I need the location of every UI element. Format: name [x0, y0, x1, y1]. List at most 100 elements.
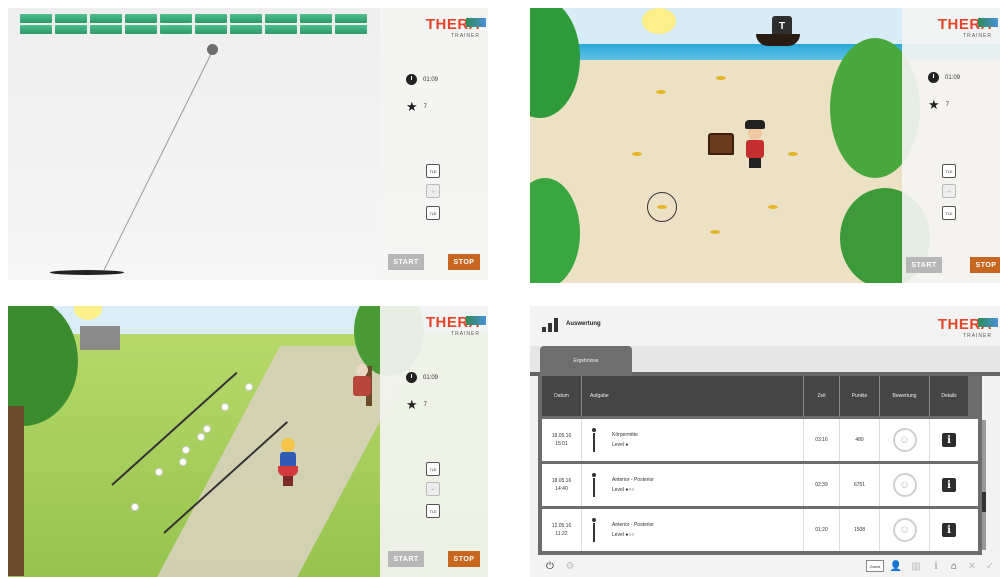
date-cell: 18.05.16 14:40 — [542, 464, 582, 506]
power-icon[interactable]: ⏻ — [542, 558, 558, 574]
start-button[interactable]: START — [906, 257, 942, 273]
pirate-game-screen: T THERA TRAINER 01:09 ★ 7 TLE ✣ TLE START… — [530, 8, 1000, 283]
column-header[interactable]: Details — [930, 376, 968, 416]
control-down-button[interactable]: TLE — [426, 206, 440, 220]
user-icon[interactable]: 👤 — [888, 558, 904, 574]
task-level: Level ●○○ — [612, 487, 635, 493]
info-icon[interactable]: i — [942, 478, 956, 492]
girl-character — [278, 438, 298, 488]
stop-button[interactable]: STOP — [448, 551, 480, 567]
time-value: 11:22 — [555, 531, 568, 537]
evaluation-header: Auswertung THERA TRAINER — [530, 306, 1000, 346]
table-body: 18.05.16 15:01 Körpermitte Level ● 03:16… — [542, 419, 978, 551]
control-down-button[interactable]: TLE — [426, 504, 440, 518]
timer: 01:09 — [406, 74, 438, 85]
footer-toolbar: ⏻ ⚙ Guest 👤 ▥ ℹ ⌂ ✕ ✓ — [530, 555, 1000, 577]
start-button[interactable]: START — [388, 551, 424, 567]
points-cell: 6751 — [840, 464, 880, 506]
smiley-icon: ☺ — [892, 473, 917, 497]
flower — [222, 404, 228, 410]
control-up-button[interactable]: TLE — [426, 164, 440, 178]
guest-user[interactable]: Guest — [866, 560, 884, 572]
flower — [132, 504, 138, 510]
check-icon[interactable]: ✓ — [982, 558, 998, 574]
control-center-button[interactable]: ✣ — [426, 184, 440, 198]
control-up-button[interactable]: TLE — [942, 164, 956, 178]
ball — [207, 44, 218, 55]
score: ★ 7 — [406, 398, 427, 411]
bar-chart-icon — [542, 318, 560, 332]
sun — [642, 8, 676, 34]
gold-coin — [656, 90, 666, 94]
page-title: Auswertung — [566, 321, 601, 327]
clock-icon — [406, 74, 417, 85]
rating-cell: ☺ — [880, 464, 930, 506]
task-name: Körpermitte — [612, 432, 638, 438]
table-row[interactable]: 12.05.16 11:22 Anterior - Posterior Leve… — [542, 509, 978, 551]
stop-button[interactable]: STOP — [970, 257, 1000, 273]
control-up-button[interactable]: TLE — [426, 462, 440, 476]
info-icon[interactable]: i — [942, 523, 956, 537]
gold-coin — [710, 230, 720, 234]
gold-coin — [768, 205, 778, 209]
details-cell: i — [930, 509, 968, 551]
game-sidebar: THERA TRAINER 01:09 ★ 7 TLE ✣ TLE START S… — [380, 8, 488, 280]
control-center-button[interactable]: ✣ — [426, 482, 440, 496]
stats-icon[interactable]: ▥ — [908, 558, 924, 574]
column-header[interactable]: Datum — [542, 376, 582, 416]
points-cell: 1508 — [840, 509, 880, 551]
target-cursor[interactable] — [647, 192, 677, 222]
meadow-game-screen: THERA TRAINER 01:09 ★ 7 TLE ✣ TLE START S… — [8, 306, 488, 577]
date-value: 18.05.16 — [551, 433, 572, 439]
time-value: 15:01 — [555, 441, 568, 447]
thera-trainer-logo: THERA TRAINER — [426, 314, 486, 337]
column-header[interactable]: Punkte — [840, 376, 880, 416]
pirate-character — [744, 118, 766, 168]
scrollbar[interactable] — [982, 420, 986, 550]
column-header[interactable]: Aufgabe — [582, 376, 804, 416]
stop-button[interactable]: STOP — [448, 254, 480, 270]
task-name: Anterior - Posterior — [612, 522, 654, 528]
details-cell: i — [930, 419, 968, 461]
task-cell: Körpermitte Level ● — [582, 419, 804, 461]
time-value: 14:40 — [555, 486, 568, 492]
evaluation-screen: Auswertung THERA TRAINER Ergebnisse Datu… — [530, 306, 1000, 577]
gold-coin — [716, 76, 726, 80]
settings-icon[interactable]: ⚙ — [562, 558, 578, 574]
gold-coin — [788, 152, 798, 156]
control-center-button[interactable]: ✣ — [942, 184, 956, 198]
task-level: Level ● — [612, 442, 629, 448]
scrollbar-thumb[interactable] — [982, 492, 986, 512]
body-figure-icon — [590, 518, 598, 542]
timer-value: 01:09 — [423, 76, 439, 83]
tab-bar: Ergebnisse — [530, 346, 1000, 376]
task-cell: Anterior - Posterior Level ●○○ — [582, 464, 804, 506]
church — [80, 326, 120, 350]
home-icon[interactable]: ⌂ — [946, 558, 962, 574]
date-cell: 12.05.16 11:22 — [542, 509, 582, 551]
smiley-icon: ☺ — [892, 428, 917, 452]
paddle[interactable] — [50, 270, 124, 275]
start-button[interactable]: START — [388, 254, 424, 270]
treasure-chest — [708, 133, 734, 155]
tab-results[interactable]: Ergebnisse — [540, 346, 632, 376]
info-icon[interactable]: i — [942, 433, 956, 447]
table-row[interactable]: 18.05.16 14:40 Anterior - Posterior Leve… — [542, 464, 978, 506]
flower — [183, 447, 189, 453]
info-icon[interactable]: ℹ — [928, 558, 944, 574]
flower — [156, 469, 162, 475]
flower — [204, 426, 210, 432]
column-header[interactable]: Bewertung — [880, 376, 930, 416]
table-row[interactable]: 18.05.16 15:01 Körpermitte Level ● 03:16… — [542, 419, 978, 461]
score: ★ 7 — [928, 98, 949, 111]
score: ★ 7 — [406, 100, 427, 113]
table-header: Datum Aufgabe Zeit Punkte Bewertung Deta… — [542, 376, 978, 416]
column-header[interactable]: Zeit — [804, 376, 840, 416]
score-value: 7 — [423, 103, 427, 110]
flower — [180, 459, 186, 465]
close-icon[interactable]: ✕ — [964, 558, 980, 574]
game-sidebar: THERA TRAINER 01:09 ★ 7 TLE ✣ TLE START S… — [902, 8, 1000, 283]
thera-trainer-logo: THERA TRAINER — [938, 16, 998, 39]
control-down-button[interactable]: TLE — [942, 206, 956, 220]
clock-icon — [928, 72, 939, 83]
